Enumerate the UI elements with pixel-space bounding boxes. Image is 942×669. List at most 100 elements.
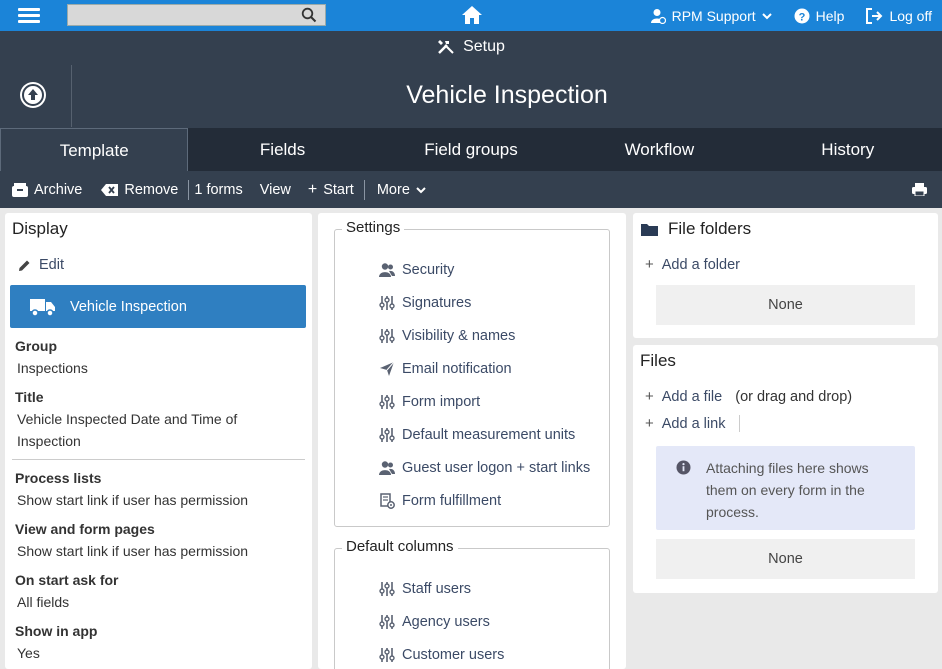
default-columns-item-agency-users[interactable]: Agency users [379,614,490,630]
on-start-ask-value: All fields [17,594,70,610]
plus-icon: + [645,415,654,432]
file-folders-heading: File folders [668,219,752,238]
settings-item-form-import[interactable]: Form import [379,394,480,410]
settings-item-security[interactable]: Security [379,262,454,278]
users-icon [379,263,395,277]
logoff-label: Log off [889,7,932,24]
tab-bar: Template Fields Field groups Workflow Hi… [0,128,942,171]
start-button[interactable]: + Start [308,171,354,208]
settings-legend: Settings [342,219,405,236]
page-title: Vehicle Inspection [406,81,608,109]
tab-template[interactable]: Template [0,128,189,171]
files-panel: Files + Add a file (or drag and drop) + … [633,345,938,593]
group-label: Group [15,338,57,354]
tab-history[interactable]: History [754,128,942,171]
on-start-ask-label: On start ask for [15,572,119,588]
pencil-icon [19,260,30,271]
view-form-pages-label: View and form pages [15,521,155,537]
folder-icon [641,223,658,236]
default-columns-legend: Default columns [342,538,458,555]
tab-fields[interactable]: Fields [188,128,376,171]
form-fulfillment-icon [380,493,395,509]
info-box: Attaching files here shows them on every… [656,446,915,530]
display-panel: Display Edit Vehicle Inspection Group In… [5,213,312,669]
group-value: Inspections [17,360,88,376]
user-label: RPM Support [671,7,756,24]
truck-icon [30,298,55,317]
info-text: Attaching files here shows them on every… [706,460,869,520]
help-link[interactable]: ? Help [794,7,845,24]
settings-panel: Settings Security Signatures Visibility … [318,213,626,669]
file-folders-header: File folders [641,219,751,239]
show-in-app-value: Yes [17,645,40,661]
process-lists-value: Show start link if user has permission [17,492,249,508]
settings-item-default-measurement-units[interactable]: Default measurement units [379,427,575,443]
setup-header: Setup [0,31,942,63]
plus-icon: + [645,256,654,273]
up-arrow-button[interactable] [20,82,46,108]
home-icon[interactable] [461,5,483,25]
divider [739,415,741,432]
settings-item-email-notification[interactable]: Email notification [379,361,512,377]
sliders-icon [379,428,395,442]
toolbar-divider [363,179,365,200]
add-file-row: + Add a file (or drag and drop) [645,388,852,405]
toolbar: Archive Remove 1 forms View + Start More [0,171,942,208]
add-folder-link[interactable]: + Add a folder [645,256,740,273]
remove-label: Remove [124,181,179,198]
archive-label: Archive [34,181,83,198]
remove-icon [101,183,119,196]
default-columns-item-customer-users[interactable]: Customer users [379,647,504,663]
print-button[interactable] [912,171,927,208]
logoff-icon [866,7,883,24]
remove-button[interactable]: Remove [101,171,178,208]
display-heading: Display [12,219,68,238]
archive-icon [12,182,28,197]
add-file-link[interactable]: + Add a file [645,388,722,405]
forms-count-link[interactable]: 1 forms [194,171,242,208]
start-label: Start [323,181,354,198]
settings-item-guest-user-logon[interactable]: Guest user logon + start links [379,460,601,476]
view-button[interactable]: View [260,171,291,208]
logoff-link[interactable]: Log off [866,7,932,24]
sliders-icon [379,395,395,409]
process-name-button[interactable]: Vehicle Inspection [10,285,306,328]
info-icon [676,460,691,475]
plus-icon: + [645,388,654,405]
drag-drop-hint: (or drag and drop) [735,388,853,405]
tab-field-groups[interactable]: Field groups [377,128,565,171]
file-folders-panel: File folders + Add a folder None [633,213,938,338]
section-label: Setup [463,38,505,55]
edit-link[interactable]: Edit [18,257,64,273]
settings-item-form-fulfillment[interactable]: Form fulfillment [379,493,501,509]
settings-item-signatures[interactable]: Signatures [379,295,471,311]
svg-text:?: ? [798,11,805,23]
user-icon [650,8,666,24]
divider [12,459,305,460]
more-menu[interactable]: More [377,171,426,208]
files-heading: Files [640,351,676,370]
help-label: Help [815,7,845,24]
settings-item-visibility-names[interactable]: Visibility & names [379,328,515,344]
show-in-app-label: Show in app [15,623,98,639]
search-icon[interactable] [301,7,317,23]
default-columns-item-staff-users[interactable]: Staff users [379,581,471,597]
files-none: None [656,539,915,579]
process-lists-label: Process lists [15,470,102,486]
folders-none: None [656,285,915,325]
sliders-icon [379,615,395,629]
add-link-link[interactable]: + Add a link [645,415,725,432]
sliders-icon [379,329,395,343]
sliders-icon [379,296,395,310]
default-columns-fieldset: Default columns Staff users Agency users… [334,538,610,669]
tab-workflow[interactable]: Workflow [565,128,753,171]
top-bar: RPM Support ? Help Log off [0,0,942,31]
search-input[interactable] [67,4,326,26]
settings-fieldset: Settings Security Signatures Visibility … [334,219,610,527]
archive-button[interactable]: Archive [12,171,82,208]
arrow-up-icon [22,84,44,106]
add-link-row: + Add a link [645,415,741,432]
user-menu[interactable]: RPM Support [650,8,772,24]
menu-icon[interactable] [18,8,40,24]
title-bar: Vehicle Inspection [0,63,942,128]
